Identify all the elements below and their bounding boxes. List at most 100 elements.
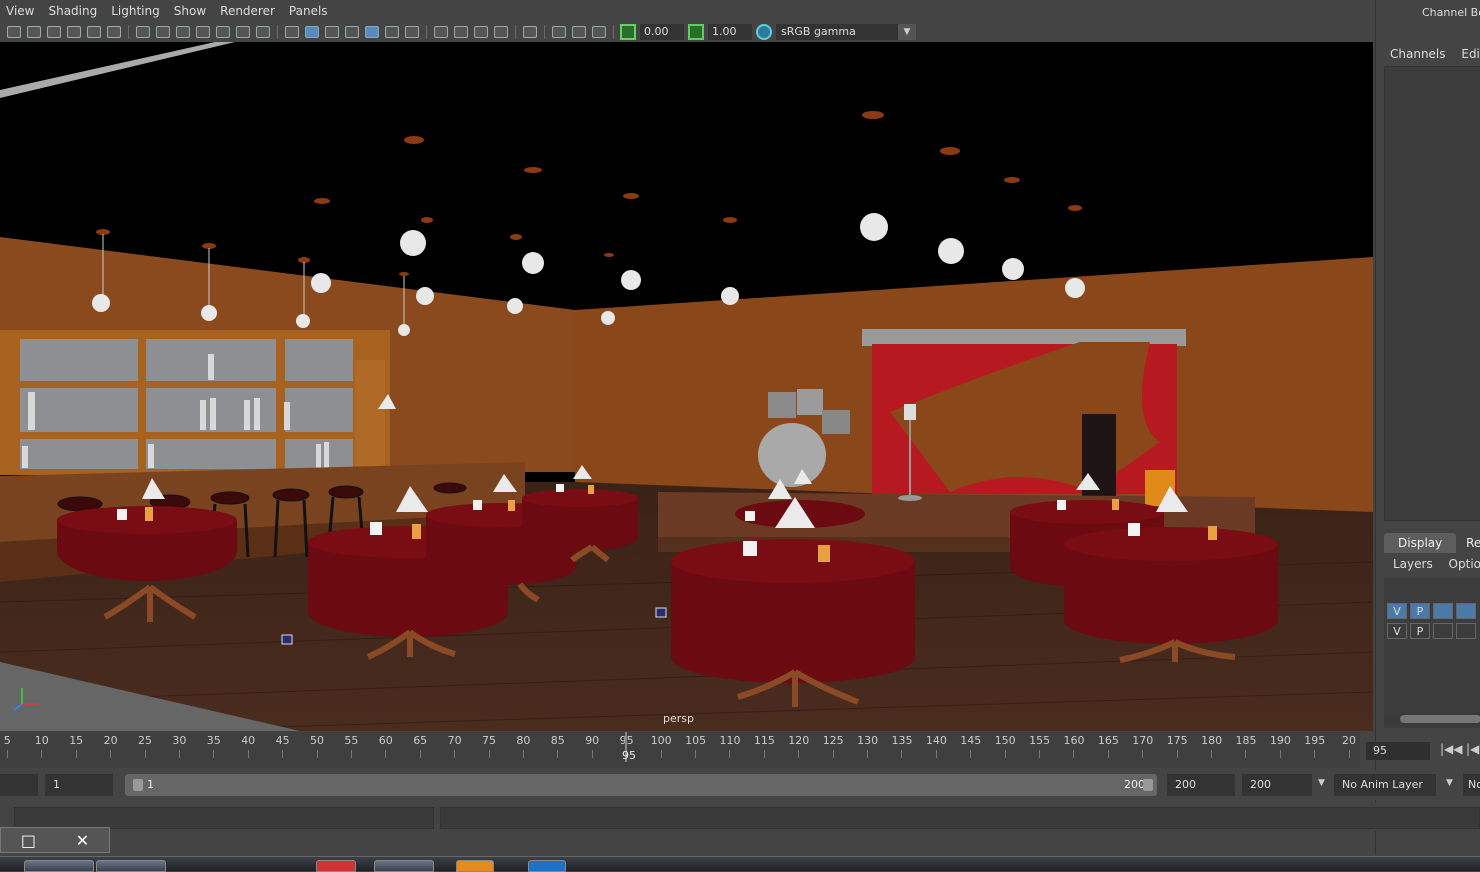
timeline-tick-label: 160 <box>1063 734 1085 747</box>
timeline-tick-label: 45 <box>275 734 290 747</box>
animation-end-field[interactable]: 200 <box>1242 774 1312 796</box>
shadows-icon[interactable] <box>405 25 419 38</box>
range-slider[interactable]: 1 200 <box>125 774 1157 796</box>
layer-type-icon[interactable] <box>1456 603 1476 619</box>
chevron-down-icon[interactable]: ▼ <box>1446 778 1453 788</box>
view-transform-dropdown[interactable]: sRGB gamma ▼ <box>776 23 916 40</box>
xray-icon[interactable] <box>552 25 566 38</box>
timeline-tick-label: 55 <box>344 734 359 747</box>
image-plane-icon[interactable] <box>67 25 81 38</box>
layer-type-icon[interactable] <box>1456 623 1476 639</box>
xray-joints-icon[interactable] <box>592 25 606 38</box>
layer-visibility-toggle[interactable]: V <box>1387 603 1407 619</box>
layer-horizontal-scrollbar[interactable] <box>1384 713 1480 725</box>
timeline-tick-label: 65 <box>413 734 428 747</box>
taskbar-app-icon[interactable] <box>316 860 356 872</box>
anim-layer-dropdown[interactable]: No Anim Layer <box>1334 774 1436 796</box>
step-back-icon[interactable]: |◀ <box>1466 742 1479 756</box>
timeline-tick-label: 155 <box>1029 734 1051 747</box>
current-frame-field[interactable]: 95 <box>1366 742 1430 760</box>
motion-blur-icon[interactable] <box>454 25 468 38</box>
depth-of-field-icon[interactable] <box>494 25 508 38</box>
textured-icon[interactable] <box>365 25 379 38</box>
gamma-icon[interactable] <box>688 23 704 40</box>
scrollbar-thumb[interactable] <box>1400 715 1480 723</box>
exposure-field[interactable]: 0.00 <box>640 23 684 40</box>
taskbar-explorer-icon[interactable] <box>96 860 166 872</box>
grease-pencil-icon[interactable] <box>107 25 121 38</box>
minimized-window-controls: □ ✕ <box>0 827 110 853</box>
command-input[interactable] <box>14 807 434 829</box>
layer-playback-toggle[interactable]: P <box>1410 623 1430 639</box>
wireframe-icon[interactable] <box>285 25 299 38</box>
taskbar-app-icon[interactable] <box>456 860 494 872</box>
layer-playback-toggle[interactable]: P <box>1410 603 1430 619</box>
maximize-icon[interactable]: □ <box>21 831 36 850</box>
color-management-icon[interactable] <box>756 23 772 40</box>
timeline-tick-label: 85 <box>550 734 565 747</box>
close-icon[interactable]: ✕ <box>76 831 89 850</box>
wireframe-on-shaded-icon[interactable] <box>345 25 359 38</box>
taskbar-app-icon[interactable] <box>528 860 566 872</box>
2d-pan-icon[interactable] <box>87 25 101 38</box>
timeline-tick-label: 115 <box>753 734 775 747</box>
playback-start-field[interactable]: 1 <box>45 774 113 796</box>
menu-shading[interactable]: Shading <box>48 4 97 18</box>
gamma-field[interactable]: 1.00 <box>708 23 752 40</box>
exposure-icon[interactable] <box>620 23 636 40</box>
use-default-material-icon[interactable] <box>325 25 339 38</box>
safe-title-icon[interactable] <box>256 25 270 38</box>
menu-lighting[interactable]: Lighting <box>111 4 160 18</box>
layer-visibility-toggle[interactable]: V <box>1387 623 1407 639</box>
current-time-label: 95 <box>622 749 636 762</box>
layer-color-swatch[interactable] <box>1433 623 1453 639</box>
options-menu[interactable]: Options <box>1449 557 1480 571</box>
tab-render[interactable]: Ren <box>1460 533 1480 553</box>
layer-color-swatch[interactable] <box>1433 603 1453 619</box>
taskbar-maya-icon[interactable] <box>374 860 434 872</box>
anti-aliasing-icon[interactable] <box>474 25 488 38</box>
grid-icon[interactable] <box>136 25 150 38</box>
3d-viewport[interactable]: persp <box>0 42 1373 731</box>
film-gate-icon[interactable] <box>156 25 170 38</box>
timeline-tick-label: 135 <box>891 734 913 747</box>
character-set-dropdown[interactable]: No <box>1463 774 1480 796</box>
timeline-tick <box>247 750 249 758</box>
channel-list-area[interactable] <box>1384 66 1480 521</box>
playback-end-field[interactable]: 200 <box>1167 774 1235 796</box>
xray-active-components-icon[interactable] <box>572 25 586 38</box>
menu-view[interactable]: View <box>6 4 34 18</box>
menu-panels[interactable]: Panels <box>289 4 328 18</box>
timeline-tick <box>832 750 834 758</box>
camera-attributes-icon[interactable] <box>27 25 41 38</box>
bookmark-icon[interactable] <box>47 25 61 38</box>
timeline-tick <box>316 750 318 758</box>
timeline-tick <box>1176 750 1178 758</box>
channels-menu[interactable]: Channels <box>1390 47 1446 61</box>
use-all-lights-icon[interactable] <box>385 25 399 38</box>
range-start-handle[interactable] <box>133 779 143 791</box>
select-camera-icon[interactable] <box>7 25 21 38</box>
layer-list: V P V P <box>1384 578 1480 728</box>
menu-renderer[interactable]: Renderer <box>220 4 275 18</box>
smooth-shade-icon[interactable] <box>305 25 319 38</box>
layers-menu[interactable]: Layers <box>1393 557 1433 571</box>
go-to-start-icon[interactable]: |◀◀ <box>1440 742 1463 756</box>
field-chart-icon[interactable] <box>216 25 230 38</box>
layer-row[interactable]: V P <box>1387 623 1479 639</box>
range-end-handle[interactable] <box>1143 779 1153 791</box>
screen-space-ao-icon[interactable] <box>434 25 448 38</box>
edit-menu[interactable]: Edit <box>1461 47 1480 61</box>
taskbar-browser-icon[interactable] <box>24 860 94 872</box>
gate-mask-icon[interactable] <box>196 25 210 38</box>
isolate-select-icon[interactable] <box>523 25 537 38</box>
resolution-gate-icon[interactable] <box>176 25 190 38</box>
menu-show[interactable]: Show <box>174 4 206 18</box>
chevron-down-icon[interactable]: ▼ <box>1318 778 1325 788</box>
tab-display[interactable]: Display <box>1384 533 1457 553</box>
layer-row[interactable]: V P <box>1387 603 1479 619</box>
time-slider[interactable]: 5 10 15 20 25 30 35 40 45 50 55 60 65 70 75 80 85 90 95 100… <box>0 732 1360 768</box>
animation-start-field[interactable] <box>0 774 38 796</box>
timeline-tick <box>1142 750 1144 758</box>
safe-action-icon[interactable] <box>236 25 250 38</box>
